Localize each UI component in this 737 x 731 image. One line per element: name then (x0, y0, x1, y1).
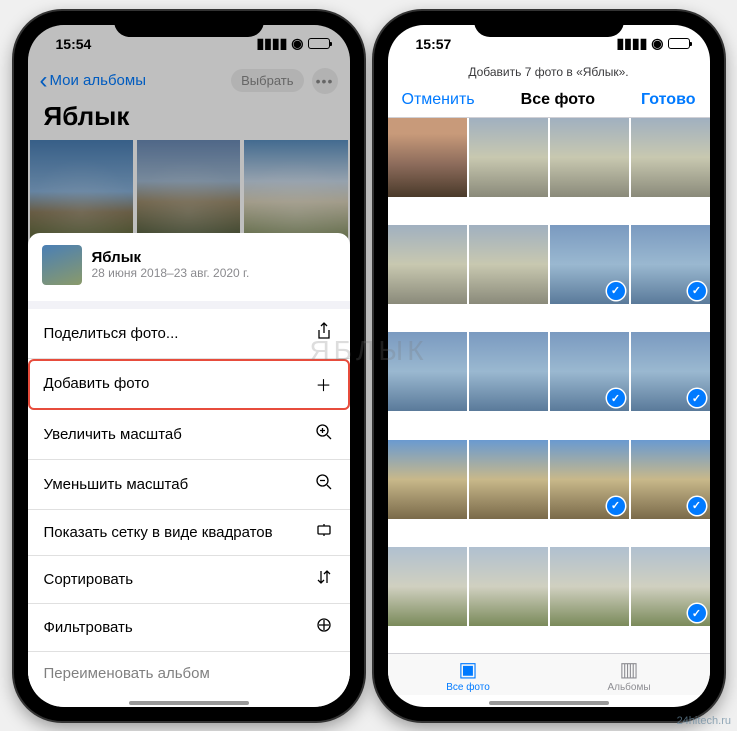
picker-photo[interactable]: ✓ (550, 332, 629, 411)
sort-icon (314, 569, 334, 590)
signal-icon: ▮▮▮▮ (616, 35, 647, 52)
tab-bar: ▣ Все фото ▥ Альбомы (388, 653, 710, 695)
sheet-title: Яблык (92, 249, 250, 266)
tab-label: Альбомы (607, 682, 650, 693)
sheet-item-label: Переименовать альбом (44, 665, 210, 682)
sheet-item-zoom-in[interactable]: Увеличить масштаб (28, 410, 350, 460)
picker-nav: Отменить Все фото Готово (388, 85, 710, 118)
sheet-item-share[interactable]: Поделиться фото... (28, 309, 350, 359)
picker-photo[interactable] (631, 118, 710, 197)
picker-photo[interactable] (388, 547, 467, 626)
sheet-header: Яблык 28 июня 2018–23 авг. 2020 г. (28, 233, 350, 301)
status-icons: ▮▮▮▮ ◉ (616, 35, 689, 52)
picker-photo[interactable]: ✓ (631, 225, 710, 304)
check-icon: ✓ (688, 282, 706, 300)
status-time: 15:57 (416, 36, 452, 52)
picker-photo[interactable] (469, 225, 548, 304)
sheet-item-label: Увеличить масштаб (44, 426, 182, 443)
screen-right: 15:57 ▮▮▮▮ ◉ Добавить 7 фото в «Яблык». … (388, 25, 710, 707)
aspect-icon (314, 523, 334, 542)
sheet-item-rename[interactable]: Переименовать альбом (28, 652, 350, 695)
picker-photo[interactable] (469, 332, 548, 411)
sheet-list: Поделиться фото... Добавить фото ＋ Увели… (28, 309, 350, 695)
action-sheet: Яблык 28 июня 2018–23 авг. 2020 г. Подел… (28, 233, 350, 707)
check-icon: ✓ (607, 282, 625, 300)
wifi-icon: ◉ (651, 35, 663, 52)
screen-left: 15:54 ▮▮▮▮ ◉ Мои альбомы Выбрать ••• Ябл… (28, 25, 350, 707)
photos-icon: ▣ (459, 660, 478, 680)
battery-icon (668, 38, 690, 49)
picker-photo[interactable] (388, 440, 467, 519)
tab-label: Все фото (446, 682, 490, 693)
picker-header-note: Добавить 7 фото в «Яблык». (388, 63, 710, 85)
phone-left: 15:54 ▮▮▮▮ ◉ Мои альбомы Выбрать ••• Ябл… (14, 11, 364, 721)
check-icon: ✓ (607, 497, 625, 515)
picker-photo[interactable]: ✓ (550, 440, 629, 519)
sheet-item-sort[interactable]: Сортировать (28, 556, 350, 604)
sheet-item-label: Добавить фото (44, 375, 150, 392)
home-indicator[interactable] (489, 701, 609, 705)
sheet-item-filter[interactable]: Фильтровать (28, 604, 350, 652)
zoom-in-icon (314, 423, 334, 446)
sheet-item-label: Сортировать (44, 571, 134, 588)
home-indicator[interactable] (129, 701, 249, 705)
notch (474, 11, 624, 37)
sheet-item-label: Поделиться фото... (44, 325, 179, 342)
sheet-divider (28, 301, 350, 309)
sheet-item-aspect[interactable]: Показать сетку в виде квадратов (28, 510, 350, 556)
picker-photo[interactable] (388, 332, 467, 411)
albums-icon: ▥ (620, 660, 639, 680)
picker-title: Все фото (521, 91, 595, 109)
share-icon (314, 322, 334, 345)
sheet-item-label: Показать сетку в виде квадратов (44, 524, 273, 541)
plus-icon: ＋ (314, 372, 334, 396)
picker-photo[interactable]: ✓ (550, 225, 629, 304)
check-icon: ✓ (688, 497, 706, 515)
picker-photo[interactable]: ✓ (631, 440, 710, 519)
check-icon: ✓ (688, 389, 706, 407)
sheet-subtitle: 28 июня 2018–23 авг. 2020 г. (92, 266, 250, 280)
picker-photo[interactable] (388, 225, 467, 304)
filter-icon (314, 617, 334, 638)
watermark-corner: 24hitech.ru (677, 715, 731, 727)
check-icon: ✓ (688, 604, 706, 622)
check-icon: ✓ (607, 389, 625, 407)
cancel-button[interactable]: Отменить (402, 91, 475, 109)
sheet-item-label: Уменьшить масштаб (44, 476, 189, 493)
tab-albums[interactable]: ▥ Альбомы (549, 654, 710, 695)
picker-photo[interactable]: ✓ (631, 332, 710, 411)
picker-photo[interactable]: ✓ (631, 547, 710, 626)
action-sheet-scrim[interactable]: Яблык 28 июня 2018–23 авг. 2020 г. Подел… (28, 25, 350, 707)
notch (114, 11, 264, 37)
picker-photo[interactable] (550, 547, 629, 626)
tab-all-photos[interactable]: ▣ Все фото (388, 654, 549, 695)
picker-photo[interactable] (469, 547, 548, 626)
zoom-out-icon (314, 473, 334, 496)
phone-right: 15:57 ▮▮▮▮ ◉ Добавить 7 фото в «Яблык». … (374, 11, 724, 721)
picker-photo[interactable] (388, 118, 467, 197)
picker-photo[interactable] (469, 118, 548, 197)
sheet-item-label: Фильтровать (44, 619, 133, 636)
sheet-item-zoom-out[interactable]: Уменьшить масштаб (28, 460, 350, 510)
picker-photo[interactable] (469, 440, 548, 519)
sheet-item-add-photo[interactable]: Добавить фото ＋ (28, 359, 350, 410)
picker-grid: ✓ ✓ ✓ ✓ ✓ ✓ ✓ (388, 118, 710, 653)
sheet-thumbnail (42, 245, 82, 285)
picker-photo[interactable] (550, 118, 629, 197)
done-button[interactable]: Готово (641, 91, 695, 109)
